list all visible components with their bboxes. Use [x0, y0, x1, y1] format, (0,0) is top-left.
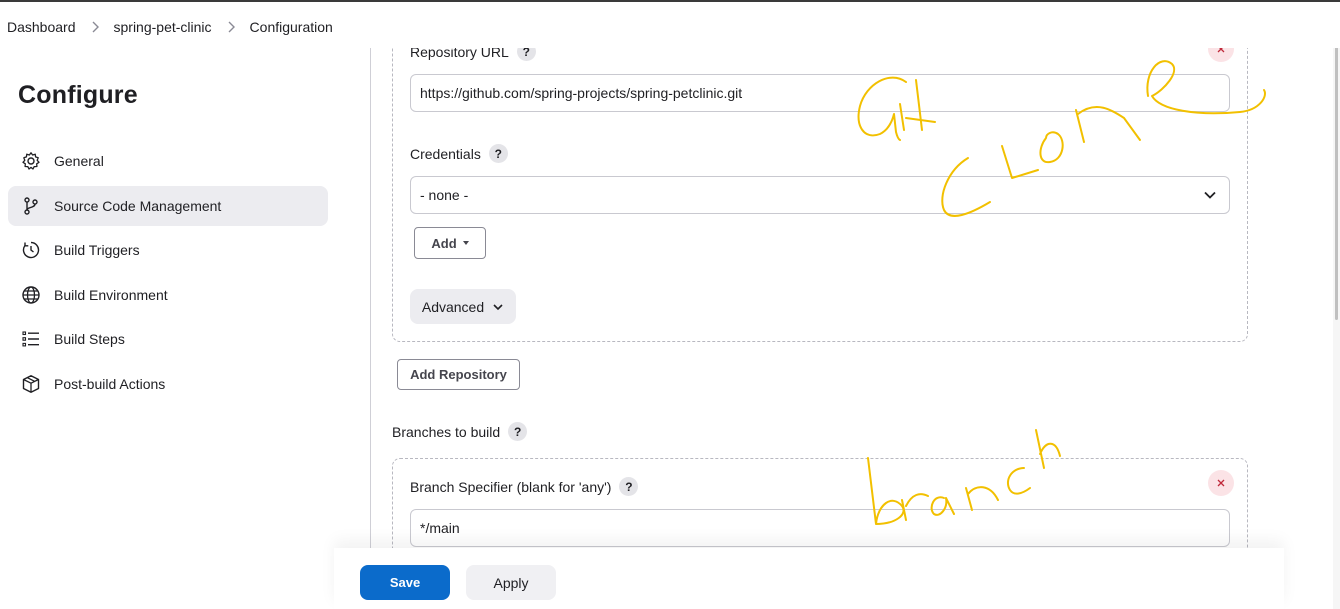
sidebar-item-label: Build Steps: [54, 331, 125, 347]
credentials-label-text: Credentials: [410, 145, 481, 162]
apply-button[interactable]: Apply: [466, 565, 556, 600]
save-button[interactable]: Save: [360, 565, 450, 600]
chevron-right-icon: [90, 20, 100, 34]
help-icon[interactable]: ?: [508, 422, 528, 441]
chevron-down-icon: [1203, 188, 1217, 202]
add-credentials-label: Add: [431, 235, 457, 251]
branch-specifier-label-text: Branch Specifier (blank for 'any'): [410, 478, 612, 495]
breadcrumb-job[interactable]: spring-pet-clinic: [114, 19, 212, 35]
clock-icon: [21, 240, 41, 260]
sidebar-item-label: Build Environment: [54, 286, 168, 303]
branch-specifier-label: Branch Specifier (blank for 'any') ?: [410, 477, 639, 496]
sidebar-item-label: General: [54, 153, 104, 169]
breadcrumb: Dashboard spring-pet-clinic Configuratio…: [7, 19, 333, 35]
breadcrumb-dashboard[interactable]: Dashboard: [7, 19, 76, 35]
sidebar-item-general[interactable]: General: [8, 141, 328, 181]
close-icon: [1217, 479, 1225, 487]
advanced-button[interactable]: Advanced: [410, 289, 516, 324]
git-branch-icon: [21, 196, 41, 216]
chevron-right-icon: [226, 20, 236, 34]
breadcrumb-configuration[interactable]: Configuration: [250, 19, 333, 35]
sidebar-nav: General Source Code Management Build Tri…: [8, 141, 328, 408]
branches-section-label: Branches to build ?: [392, 422, 528, 441]
sidebar-item-label: Build Triggers: [54, 242, 140, 258]
main-content: Repository URL ? https://github.com/spri…: [371, 0, 1340, 609]
list-icon: [21, 329, 41, 349]
credentials-label: Credentials ?: [410, 144, 508, 163]
branches-label-text: Branches to build: [392, 423, 501, 440]
credentials-select[interactable]: - none -: [410, 176, 1230, 214]
sidebar-item-build-steps[interactable]: Build Steps: [8, 319, 328, 359]
caret-down-icon: [462, 241, 469, 245]
add-repository-button[interactable]: Add Repository: [397, 359, 520, 390]
remove-branch-button[interactable]: [1208, 470, 1234, 496]
repository-url-input[interactable]: https://github.com/spring-projects/sprin…: [410, 74, 1230, 112]
top-bar: Dashboard spring-pet-clinic Configuratio…: [0, 0, 1340, 48]
add-credentials-button[interactable]: Add: [414, 227, 486, 259]
branch-specifier-input[interactable]: */main: [410, 509, 1230, 547]
globe-icon: [21, 285, 41, 305]
chevron-down-icon: [493, 303, 503, 310]
advanced-label: Advanced: [421, 298, 485, 315]
scrollbar-thumb[interactable]: [1335, 40, 1338, 320]
package-icon: [21, 374, 41, 394]
gear-icon: [21, 151, 41, 171]
page-title: Configure: [18, 81, 138, 109]
sidebar-item-label: Source Code Management: [54, 197, 222, 214]
sidebar: Configure General Source Code Management…: [0, 48, 370, 609]
sidebar-item-source-code-management[interactable]: Source Code Management: [8, 185, 328, 226]
sidebar-item-post-build-actions[interactable]: Post-build Actions: [8, 364, 328, 404]
sidebar-item-label: Post-build Actions: [54, 375, 166, 392]
credentials-select-value: - none -: [420, 187, 469, 203]
sidebar-item-build-triggers[interactable]: Build Triggers: [8, 230, 328, 270]
sidebar-item-build-environment[interactable]: Build Environment: [8, 275, 328, 315]
help-icon[interactable]: ?: [488, 144, 508, 163]
help-icon[interactable]: ?: [619, 477, 639, 496]
